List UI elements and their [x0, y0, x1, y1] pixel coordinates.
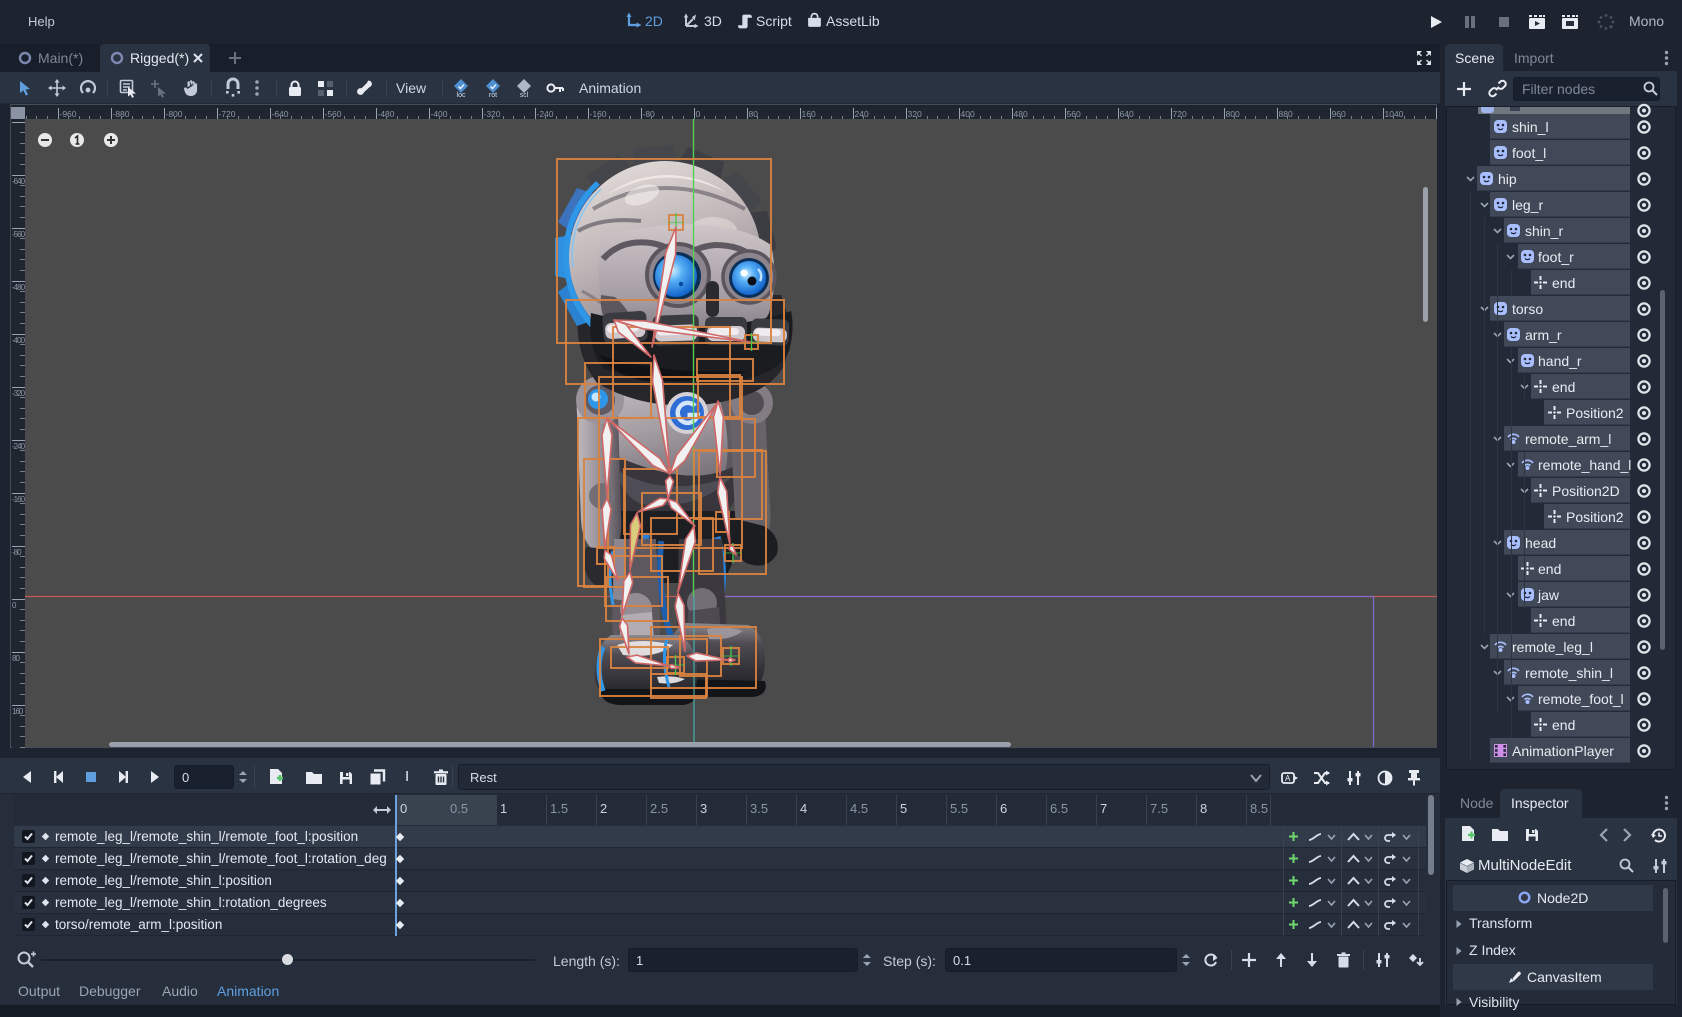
svg-text:scl: scl — [520, 92, 529, 99]
svg-text:A: A — [1285, 774, 1291, 783]
svg-text:rot: rot — [489, 92, 497, 99]
svg-text:loc: loc — [457, 92, 466, 99]
